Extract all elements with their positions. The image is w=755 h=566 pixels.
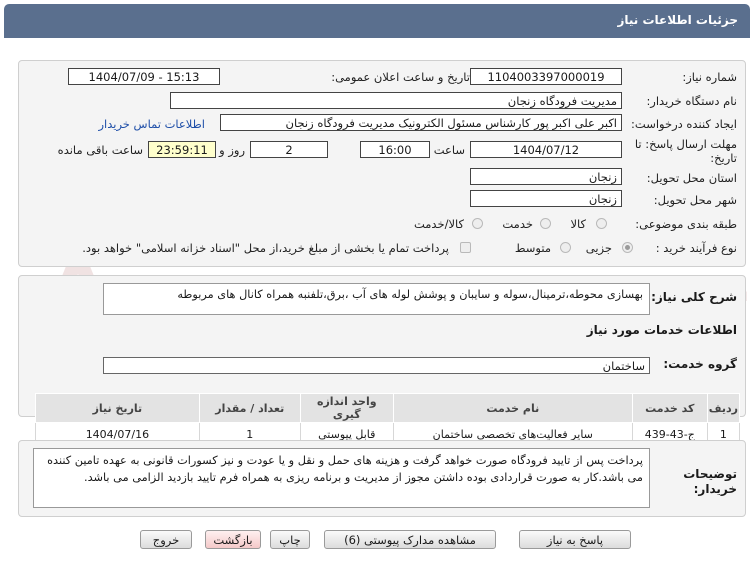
announce-label: تاریخ و ساعت اعلان عمومی: xyxy=(331,70,470,84)
page-title: جزئیات اطلاعات نیاز xyxy=(617,13,738,27)
category-option-goods: کالا xyxy=(570,217,586,231)
remaining-time-field: 23:59:11 xyxy=(148,141,216,158)
deadline-label-line1: مهلت ارسال پاسخ: تا xyxy=(634,137,737,151)
need-number-field: 1104003397000019 xyxy=(470,68,622,85)
services-section-title: اطلاعات خدمات مورد نیاز xyxy=(586,323,737,337)
category-option-service: خدمت xyxy=(502,217,533,231)
category-label: طبقه بندی موضوعی: xyxy=(635,217,737,231)
col-unit: واحد اندازه گیری xyxy=(299,393,394,423)
remaining-label: ساعت باقی مانده xyxy=(57,143,143,157)
summary-label: شرح کلی نیاز: xyxy=(651,290,737,304)
col-code: کد خدمت xyxy=(631,393,708,423)
process-option-minor: جزیی xyxy=(585,241,612,255)
province-field: زنجان xyxy=(470,168,622,185)
buyer-org-field: مدیریت فرودگاه زنجان xyxy=(170,92,622,109)
deadline-label-line2: تاریخ: xyxy=(710,151,737,165)
creator-label: ایجاد کننده درخواست: xyxy=(631,117,737,131)
col-row: ردیف xyxy=(706,393,741,423)
announce-date-field: 1404/07/09 - 15:13 xyxy=(68,68,220,85)
col-qty: تعداد / مقدار xyxy=(198,393,301,423)
buyer-notes-text: پرداخت پس از تایید فرودگاه صورت خواهد گر… xyxy=(33,448,650,508)
deadline-time-label: ساعت xyxy=(433,143,465,157)
days-field: 2 xyxy=(250,141,328,158)
category-option-goods-service: کالا/خدمت xyxy=(413,217,464,231)
title-bar: جزئیات اطلاعات نیاز xyxy=(4,4,750,38)
exit-button[interactable]: خروج xyxy=(140,530,192,549)
contact-info-link[interactable]: اطلاعات تماس خریدار xyxy=(98,117,205,131)
buyer-org-label: نام دستگاه خریدار: xyxy=(646,94,737,108)
col-date: تاریخ نیاز xyxy=(35,393,200,423)
treasury-payment-checkbox[interactable] xyxy=(460,242,471,253)
days-label: روز و xyxy=(219,143,245,157)
category-radio-goods-service[interactable] xyxy=(472,218,483,229)
process-radio-medium[interactable] xyxy=(560,242,571,253)
view-attachments-button[interactable]: مشاهده مدارک پیوستی (6) xyxy=(324,530,496,549)
summary-text: بهسازی محوطه،ترمینال،سوله و سایبان و پوش… xyxy=(103,283,650,315)
payment-note: پرداخت تمام یا بخشی از مبلغ خرید،از محل … xyxy=(82,241,449,255)
back-button[interactable]: بازگشت xyxy=(205,530,261,549)
process-label: نوع فرآیند خرید : xyxy=(655,241,737,255)
process-radio-minor[interactable] xyxy=(622,242,633,253)
deadline-time-field: 16:00 xyxy=(360,141,430,158)
col-name: نام خدمت xyxy=(392,393,633,423)
province-label: استان محل تحویل: xyxy=(646,171,737,185)
process-option-medium: متوسط xyxy=(514,241,551,255)
city-label: شهر محل تحویل: xyxy=(653,193,737,207)
service-group-field: ساختمان xyxy=(103,357,650,374)
creator-field: اکبر علی اکبر پور کارشناس مسئول الکترونی… xyxy=(220,114,622,131)
category-radio-service[interactable] xyxy=(540,218,551,229)
deadline-date-field: 1404/07/12 xyxy=(470,141,622,158)
city-field: زنجان xyxy=(470,190,622,207)
buyer-notes-label-line2: خریدار: xyxy=(693,482,737,496)
services-table: ردیف کد خدمت نام خدمت واحد اندازه گیری ت… xyxy=(35,393,741,447)
service-group-label: گروه خدمت: xyxy=(663,357,737,371)
category-radio-goods[interactable] xyxy=(596,218,607,229)
need-number-label: شماره نیاز: xyxy=(682,70,737,84)
buyer-notes-label-line1: توضیحات xyxy=(683,467,737,481)
reply-button[interactable]: پاسخ به نیاز xyxy=(519,530,631,549)
print-button[interactable]: چاپ xyxy=(270,530,310,549)
